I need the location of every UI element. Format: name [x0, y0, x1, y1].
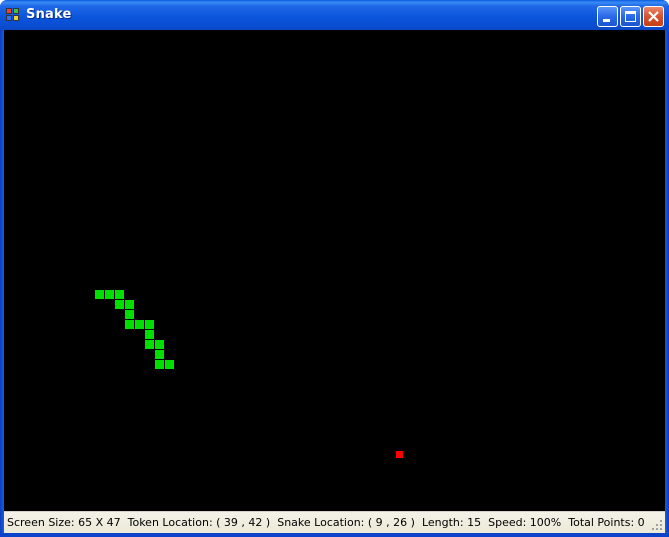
close-icon	[648, 11, 659, 22]
snake-segment	[155, 340, 164, 349]
snake-segment	[105, 290, 114, 299]
snake-segment	[145, 340, 154, 349]
status-total-points: Total Points: 0	[568, 516, 645, 529]
snake-segment	[165, 360, 174, 369]
snake-segment	[145, 320, 154, 329]
window-title: Snake	[26, 7, 72, 22]
game-canvas	[95, 290, 403, 458]
window-frame-bottom	[0, 533, 669, 537]
minimize-icon	[603, 19, 610, 22]
snake-segment	[155, 360, 164, 369]
app-icon[interactable]	[6, 8, 20, 22]
snake-segment	[115, 300, 124, 309]
snake-segment	[115, 290, 124, 299]
snake-segment	[135, 320, 144, 329]
status-screen-size: Screen Size: 65 X 47	[7, 516, 121, 529]
minimize-button[interactable]	[597, 6, 618, 27]
title-bar[interactable]: Snake	[0, 0, 669, 30]
snake-head	[95, 290, 104, 299]
maximize-button[interactable]	[620, 6, 641, 27]
snake-segment	[125, 300, 134, 309]
maximize-icon	[625, 11, 636, 22]
resize-grip-icon[interactable]	[651, 519, 663, 531]
snake-segment	[125, 320, 134, 329]
status-bar: Screen Size: 65 X 47 Token Location: ( 39…	[4, 511, 665, 533]
game-board[interactable]	[4, 30, 665, 511]
status-snake-location: Snake Location: ( 9 , 26 )	[277, 516, 415, 529]
window-frame-right	[665, 30, 669, 537]
status-token-location: Token Location: ( 39 , 42 )	[127, 516, 271, 529]
status-length: Length: 15	[421, 516, 482, 529]
snake-segment	[125, 310, 134, 319]
status-text: Screen Size: 65 X 47 Token Location: ( 39…	[7, 516, 652, 529]
snake-segment	[155, 350, 164, 359]
snake-window: Snake Screen Size: 65 X 47 Token Location…	[0, 0, 669, 537]
snake-segment	[145, 330, 154, 339]
food-token	[396, 451, 403, 458]
close-button[interactable]	[643, 6, 664, 27]
status-speed: Speed: 100%	[488, 516, 562, 529]
